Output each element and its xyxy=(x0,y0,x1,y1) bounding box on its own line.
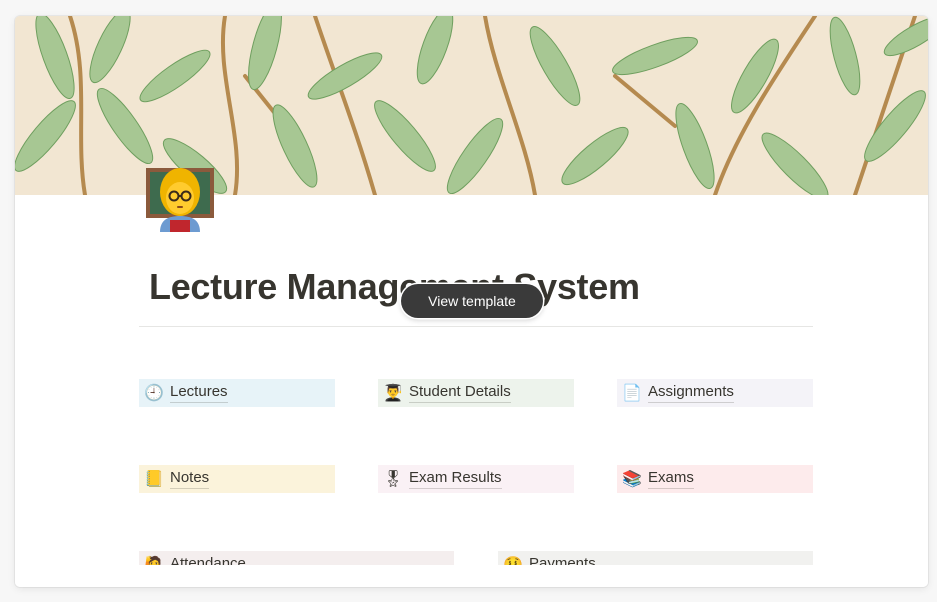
link-label: Exam Results xyxy=(409,469,502,489)
books-icon: 📚 xyxy=(622,471,642,488)
link-label: Exams xyxy=(648,469,694,489)
notebook-icon: 📒 xyxy=(144,471,164,488)
divider xyxy=(139,326,813,327)
view-template-button[interactable]: View template xyxy=(401,284,543,318)
link-student-details[interactable]: 👨‍🎓 Student Details xyxy=(378,379,574,407)
link-label: Student Details xyxy=(409,383,511,403)
teacher-emoji-icon[interactable] xyxy=(144,162,216,232)
link-exams[interactable]: 📚 Exams xyxy=(617,465,813,493)
link-label: Notes xyxy=(170,469,210,489)
medal-icon: 🎖 xyxy=(382,471,404,488)
link-label: Lectures xyxy=(170,383,228,403)
link-exam-results[interactable]: 🎖 Exam Results xyxy=(378,465,574,493)
page-title: Lecture Management System xyxy=(149,266,640,307)
student-icon: 👨‍🎓 xyxy=(383,385,403,402)
page-window: Lecture Management System 🕘 Lectures 👨‍🎓… xyxy=(15,16,928,587)
document-icon: 📄 xyxy=(622,385,642,402)
link-notes[interactable]: 📒 Notes xyxy=(139,465,335,493)
scroll-clip xyxy=(15,565,928,587)
link-label: Assignments xyxy=(648,383,734,403)
clock-icon: 🕘 xyxy=(144,385,164,402)
link-lectures[interactable]: 🕘 Lectures xyxy=(139,379,335,407)
link-assignments[interactable]: 📄 Assignments xyxy=(617,379,813,407)
